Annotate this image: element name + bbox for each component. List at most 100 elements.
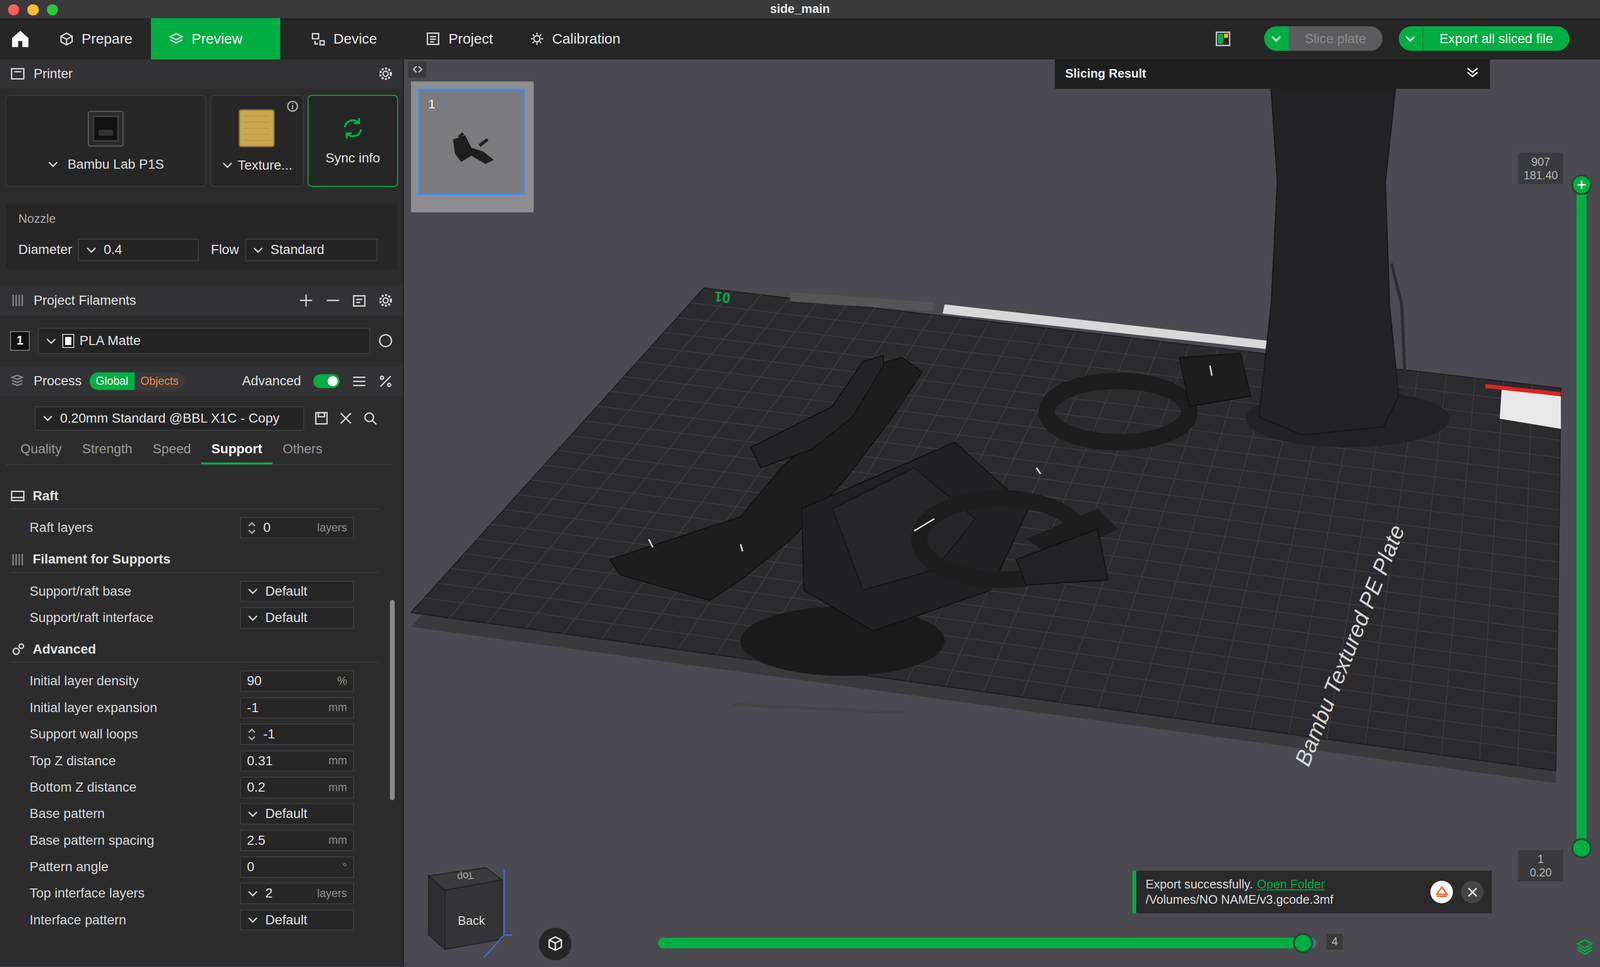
export-group: Export all sliced file xyxy=(1398,26,1570,51)
scope-option[interactable]: Global xyxy=(89,372,135,391)
scrollbar[interactable] xyxy=(389,599,396,800)
toast-path: /Volumes/NO NAME/v3.gcode.3mf xyxy=(1145,891,1423,908)
tab-label: Device xyxy=(333,29,378,48)
layer-slider[interactable] xyxy=(1576,184,1587,849)
process-tab[interactable]: Strength xyxy=(71,436,143,465)
setting-field[interactable]: Default xyxy=(240,909,355,931)
shape-rect xyxy=(93,116,118,141)
shape-svg xyxy=(310,31,326,46)
export-toast: Export successfully.Open Folder/Volumes/… xyxy=(1132,870,1492,914)
eject-button[interactable] xyxy=(1430,880,1453,903)
save-icon[interactable] xyxy=(314,411,329,426)
shape-svg xyxy=(246,584,260,598)
gear-icon[interactable] xyxy=(378,293,393,308)
list-icon[interactable] xyxy=(352,374,367,389)
advanced-switch[interactable] xyxy=(313,374,340,389)
zoom-button[interactable] xyxy=(46,4,58,16)
setting-field[interactable]: 0° xyxy=(240,856,355,878)
sync-filament-icon[interactable] xyxy=(352,293,367,308)
info-icon xyxy=(286,100,299,113)
view-cube[interactable]: TopBack xyxy=(422,861,517,960)
setting-row: Base pattern spacing2.5mm xyxy=(10,826,355,854)
plate-thumbnail[interactable]: 1 xyxy=(418,88,525,195)
close-icon[interactable] xyxy=(338,411,354,426)
move-slider[interactable] xyxy=(658,937,1317,948)
view-cube-icon[interactable]: TopBack xyxy=(422,861,517,960)
open-folder-link[interactable]: Open Folder xyxy=(1257,877,1326,891)
chevron-down-icon xyxy=(46,158,60,171)
export-button[interactable]: Export all sliced file xyxy=(1423,26,1570,51)
section-title: Raft xyxy=(32,487,59,505)
layers-view-button[interactable] xyxy=(1575,937,1594,960)
shape-path xyxy=(249,729,256,740)
scene-3d[interactable]: 01Bambu Textured PE Plate xyxy=(403,59,1600,967)
setting-field[interactable]: 0.31mm xyxy=(240,750,355,772)
setting-field[interactable]: Default xyxy=(240,606,355,629)
chevron-down-icon xyxy=(246,807,260,821)
close-button[interactable] xyxy=(8,4,20,16)
setting-field[interactable]: 0layers xyxy=(240,516,355,539)
printer-card[interactable]: Bambu Lab P1S xyxy=(5,94,207,187)
preview-viewport[interactable]: 01Bambu Textured PE Plate1 Slicing Result… xyxy=(403,59,1600,967)
setting-value: 0 xyxy=(263,519,271,537)
slicing-result-panel[interactable]: Slicing Result xyxy=(1054,59,1490,90)
preset-select[interactable]: 0.20mm Standard @BBL X1C - Copy xyxy=(34,406,304,431)
setting-field[interactable]: 2layers xyxy=(240,882,355,904)
flow-select[interactable]: Standard xyxy=(245,238,378,262)
search-icon[interactable] xyxy=(363,411,378,426)
layout-icon[interactable] xyxy=(1214,30,1232,47)
setting-row: Pattern angle0° xyxy=(10,853,355,880)
main-tab[interactable]: Device xyxy=(292,18,396,59)
process-tab[interactable]: Speed xyxy=(142,436,202,465)
minus-icon[interactable] xyxy=(325,293,341,308)
expand-button[interactable] xyxy=(1465,65,1480,84)
process-tab[interactable]: Quality xyxy=(10,436,72,465)
main-tab[interactable]: Prepare xyxy=(40,18,151,59)
chevron-down-icon xyxy=(1268,31,1284,46)
sync-info-button[interactable]: Sync info xyxy=(307,94,399,187)
process-tab[interactable]: Support xyxy=(201,436,273,465)
shape-rect xyxy=(318,412,325,417)
plus-icon[interactable] xyxy=(298,293,314,308)
layer-top-handle[interactable] xyxy=(1571,174,1592,195)
plate-card[interactable]: Texture... xyxy=(210,94,304,187)
shape-path xyxy=(430,36,437,43)
shape-path xyxy=(299,294,313,307)
slice-plate-button[interactable]: Slice plate xyxy=(1288,26,1383,51)
home-button[interactable] xyxy=(0,18,41,59)
process-tab[interactable]: Others xyxy=(272,436,333,465)
plate-list[interactable]: 1 xyxy=(411,81,534,213)
setting-label: Support/raft base xyxy=(29,582,240,600)
layer-bottom-handle[interactable] xyxy=(1571,837,1592,859)
diameter-select[interactable]: 0.4 xyxy=(78,238,199,262)
reset-view-button[interactable] xyxy=(538,927,572,960)
more-icon[interactable] xyxy=(378,333,393,348)
export-options-button[interactable] xyxy=(1398,26,1424,51)
gear-icon[interactable] xyxy=(378,66,393,81)
section-title: Advanced xyxy=(32,640,96,658)
filament-select[interactable]: PLA Matte xyxy=(37,327,371,355)
shape-svg xyxy=(378,66,393,81)
setting-field[interactable]: 2.5mm xyxy=(240,829,355,852)
move-slider-handle[interactable] xyxy=(1292,932,1314,954)
scope-toggle: GlobalObjects xyxy=(89,372,185,391)
minimize-button[interactable] xyxy=(27,4,39,16)
move-reading: 4 xyxy=(1326,933,1343,950)
setting-field[interactable]: 0.2mm xyxy=(240,776,355,799)
shape-svg xyxy=(46,158,60,171)
main-tab[interactable]: Preview xyxy=(150,18,281,59)
shape-svg xyxy=(84,109,127,149)
setting-field[interactable]: -1mm xyxy=(240,697,355,719)
tab-label: Calibration xyxy=(551,29,621,48)
setting-field[interactable]: -1 xyxy=(240,723,355,745)
scope-option[interactable]: Objects xyxy=(134,372,185,391)
main-tab[interactable]: Project xyxy=(407,18,512,59)
setting-field[interactable]: Default xyxy=(240,802,355,825)
main-tab[interactable]: Calibration xyxy=(511,18,639,59)
collapse-sidebar-button[interactable] xyxy=(408,61,427,78)
slice-options-button[interactable] xyxy=(1264,26,1289,51)
setting-field[interactable]: 90% xyxy=(240,670,355,692)
setting-field[interactable]: Default xyxy=(240,580,355,603)
toast-close-button[interactable] xyxy=(1461,880,1484,903)
percent-icon[interactable] xyxy=(378,374,393,389)
